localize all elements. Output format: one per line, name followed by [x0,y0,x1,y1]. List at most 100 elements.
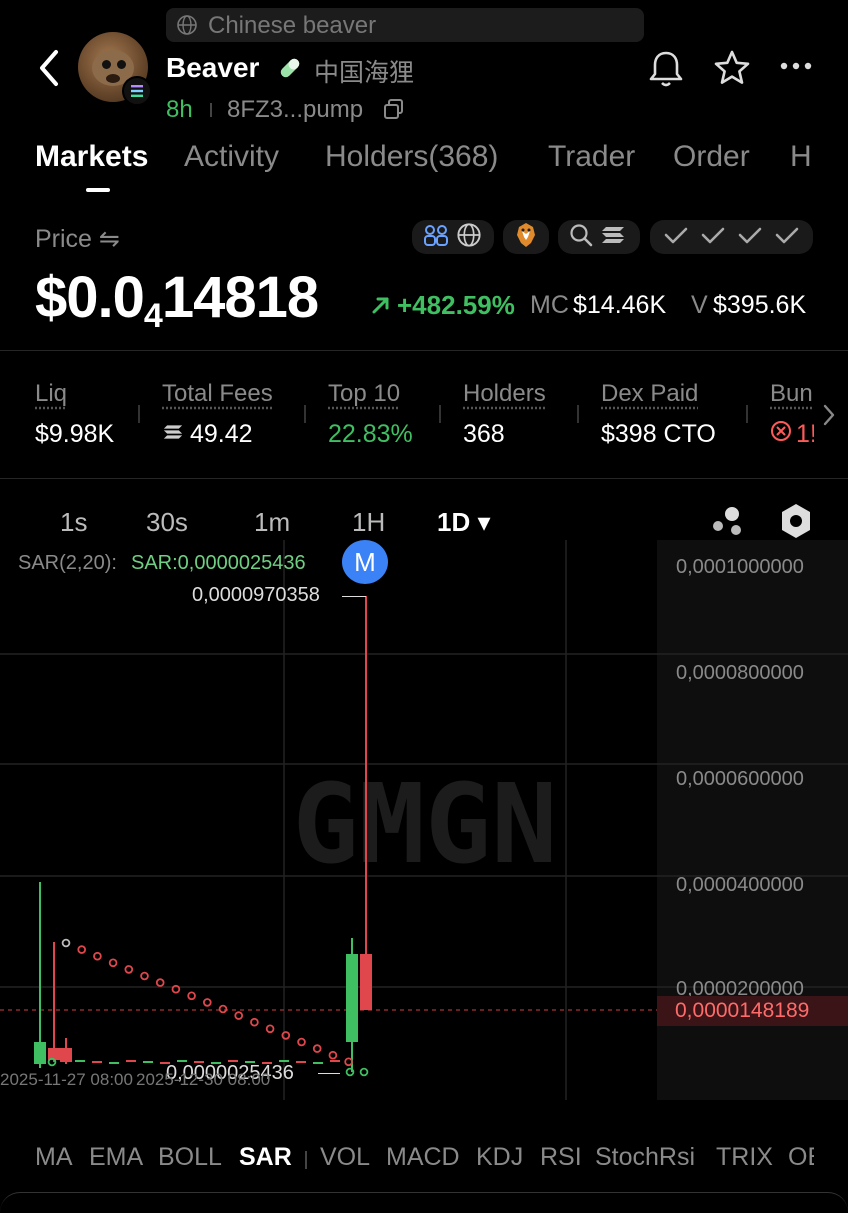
candle [313,1062,323,1064]
x-axis-tick: 2025-11-27 08:00 [0,1070,133,1089]
tab-markets[interactable]: Markets [35,140,148,174]
bottom-sheet-edge [0,1192,848,1213]
indicator-obv[interactable]: OE [788,1143,814,1172]
sar-indicator-label[interactable]: SAR(2,20): [18,552,117,575]
sar-dot [218,1004,228,1014]
current-price-value: 0,0000148189 [675,999,810,1022]
stat-label: Bun [770,380,813,407]
tab-order[interactable]: Order [673,140,750,174]
settings-icon[interactable] [778,502,814,545]
timeframe-1d[interactable]: 1D ▾ [437,507,491,538]
stat-value-row: 1! [770,420,814,449]
indicator-kdj[interactable]: KDJ [476,1143,523,1172]
check-icon [773,225,801,250]
candle [296,1061,306,1063]
eagle-icon [513,221,539,254]
candle [109,1062,119,1064]
copy-icon[interactable] [382,97,406,126]
indicator-boll[interactable]: BOLL [158,1143,222,1172]
timeframe-30s[interactable]: 30s [146,507,188,538]
indicator-sar[interactable]: SAR [239,1143,292,1172]
current-price-badge: 0,0000148189 [657,996,848,1026]
stat-value: 22.83% [328,420,413,448]
tab-trader[interactable]: Trader [548,140,635,174]
chevron-right-icon[interactable] [820,402,838,433]
tab-holders[interactable]: Holders(368) [325,140,498,174]
price-value: $0.0414818 [35,264,319,336]
stat-bundle[interactable]: Bun 1! [770,380,814,449]
price-change: +482.59% [397,290,515,320]
indicator-rsi[interactable]: RSI [540,1143,582,1172]
audit-checks[interactable] [650,220,813,254]
bell-icon[interactable] [648,48,684,93]
token-cn-name: 中国海狸 [314,59,415,87]
stat-value-row: 49.42 [162,420,273,449]
search-bar[interactable]: Chinese beaver [166,8,644,42]
token-address[interactable]: 8FZ3...pump [227,96,363,124]
indicator-macd[interactable]: MACD [386,1143,460,1172]
stat-liq[interactable]: Liq $9.98K [35,380,114,449]
eagle-tag[interactable] [503,220,549,254]
stat-dex-paid[interactable]: Dex Paid $398 CTO [601,380,716,449]
divider [304,405,306,423]
stat-value: 49.42 [190,420,253,448]
stat-value: 368 [463,420,505,448]
indicator-ema[interactable]: EMA [89,1143,143,1172]
timeframe-1h[interactable]: 1H [352,507,385,538]
timeframe-1m[interactable]: 1m [254,507,290,538]
stat-label: Total Fees [162,380,273,407]
tab-more[interactable]: H [790,140,810,174]
candle [34,882,46,1068]
stat-top10[interactable]: Top 10 22.83% [328,380,413,449]
sar-dot [155,978,165,987]
price-chart[interactable]: GMGN SAR(2,20): SAR:0,0000025436 M 0,000… [0,540,848,1100]
price-label[interactable]: Price ⇋ [35,224,120,254]
sar-dot [265,1024,275,1034]
tab-activity[interactable]: Activity [184,140,279,174]
star-icon[interactable] [712,48,752,93]
timeframe-1s[interactable]: 1s [60,507,87,538]
sar-dot [108,958,118,968]
candle [126,1060,136,1062]
back-icon[interactable] [34,48,64,93]
y-axis-tick: 0,0000400000 [676,874,804,896]
divider [0,350,848,351]
event-marker-label: M [354,546,376,577]
event-marker[interactable]: M [342,540,388,584]
social-tags[interactable] [412,220,494,254]
mc-value: $14.46K [573,291,667,319]
stat-label: Liq [35,380,68,407]
stat-value: 1! [796,420,814,448]
sar-dot [124,965,134,974]
sar-dot [187,991,196,1001]
divider [577,405,579,423]
indicator-ma[interactable]: MA [35,1143,73,1172]
token-name: Beaver [166,52,260,83]
indicator-stochrsi[interactable]: StochRsi [595,1143,695,1172]
search-tags[interactable] [558,220,640,254]
more-icon[interactable] [778,58,814,79]
price-digits: 14818 [161,265,319,330]
close-circle-icon [770,420,792,449]
volume-label: V [691,291,708,319]
drawing-tools-icon[interactable] [708,504,746,545]
token-age: 8h [166,96,193,123]
sar-dot [297,1037,306,1047]
sar-dot [203,998,212,1007]
globe-icon [176,14,198,41]
arrow-up-right-icon [370,294,392,321]
x-axis-tick: 2025-12-30 08:00 [136,1070,271,1089]
price-zero-count: 4 [143,297,163,335]
sar-dot [61,938,71,948]
divider [305,1151,307,1169]
stat-holders[interactable]: Holders 368 [463,380,546,449]
indicator-vol[interactable]: VOL [320,1143,370,1172]
stat-value: $9.98K [35,420,115,448]
sar-dot [312,1044,322,1053]
stat-label: Holders [463,380,546,407]
y-axis-tick: 0,0000600000 [676,768,804,790]
stat-total-fees[interactable]: Total Fees 49.42 [162,380,273,449]
indicator-trix[interactable]: TRIX [716,1143,773,1172]
divider [746,405,748,423]
sar-series [47,938,369,1077]
